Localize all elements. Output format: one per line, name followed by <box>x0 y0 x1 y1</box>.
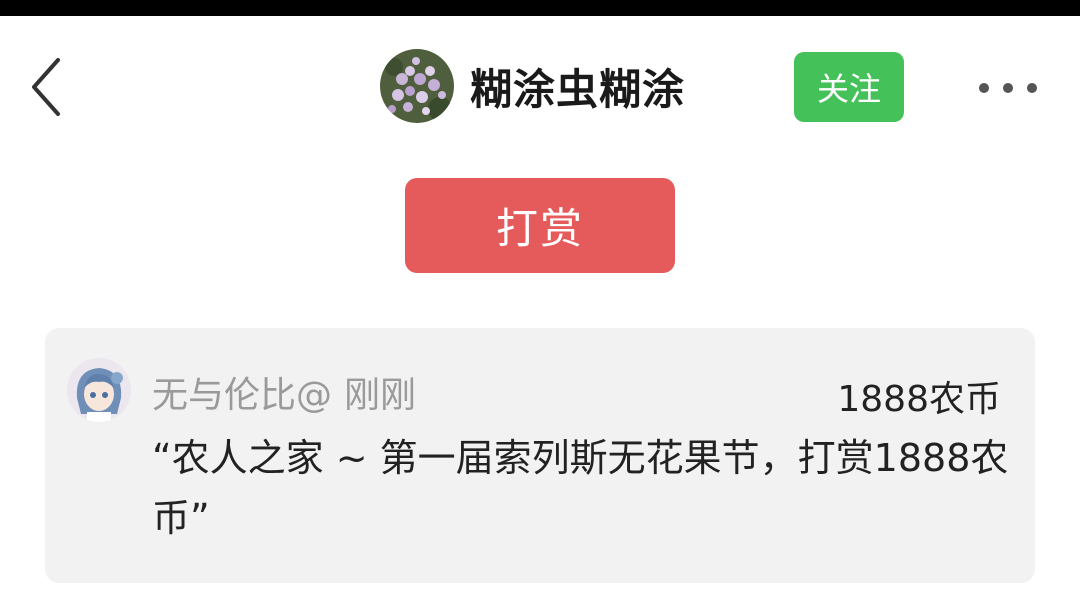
avatar[interactable] <box>380 49 454 123</box>
more-options-button[interactable] <box>976 68 1040 108</box>
more-dots-icon <box>1027 83 1037 93</box>
user-info[interactable]: 糊涂虫糊涂 <box>380 48 685 124</box>
top-nav-bar: 糊涂虫糊涂 关注 <box>0 16 1080 156</box>
anime-girl-avatar-image <box>67 358 131 422</box>
chevron-left-icon <box>32 58 60 116</box>
sender-avatar[interactable] <box>67 358 131 422</box>
user-name: 糊涂虫糊涂 <box>470 64 686 114</box>
sender-info: 无与伦比@ 刚刚 <box>152 366 416 418</box>
reward-time: 刚刚 <box>344 375 417 416</box>
sender-name[interactable]: 无与伦比@ <box>152 375 332 416</box>
more-dots-icon <box>1003 83 1013 93</box>
reward-message: “农人之家 ~ 第一届索列斯无花果节，打赏1888农币” <box>152 436 1009 540</box>
follow-button[interactable]: 关注 <box>794 52 904 122</box>
flower-avatar-image <box>380 49 454 123</box>
back-button[interactable] <box>22 54 72 120</box>
reward-record-card: 无与伦比@ 刚刚 1888农币 “农人之家 ~ 第一届索列斯无花果节，打赏1888… <box>45 328 1035 583</box>
status-bar <box>0 0 1080 16</box>
reward-amount: 1888农币 <box>837 379 1001 420</box>
reward-button[interactable]: 打赏 <box>405 178 675 273</box>
more-dots-icon <box>979 83 989 93</box>
